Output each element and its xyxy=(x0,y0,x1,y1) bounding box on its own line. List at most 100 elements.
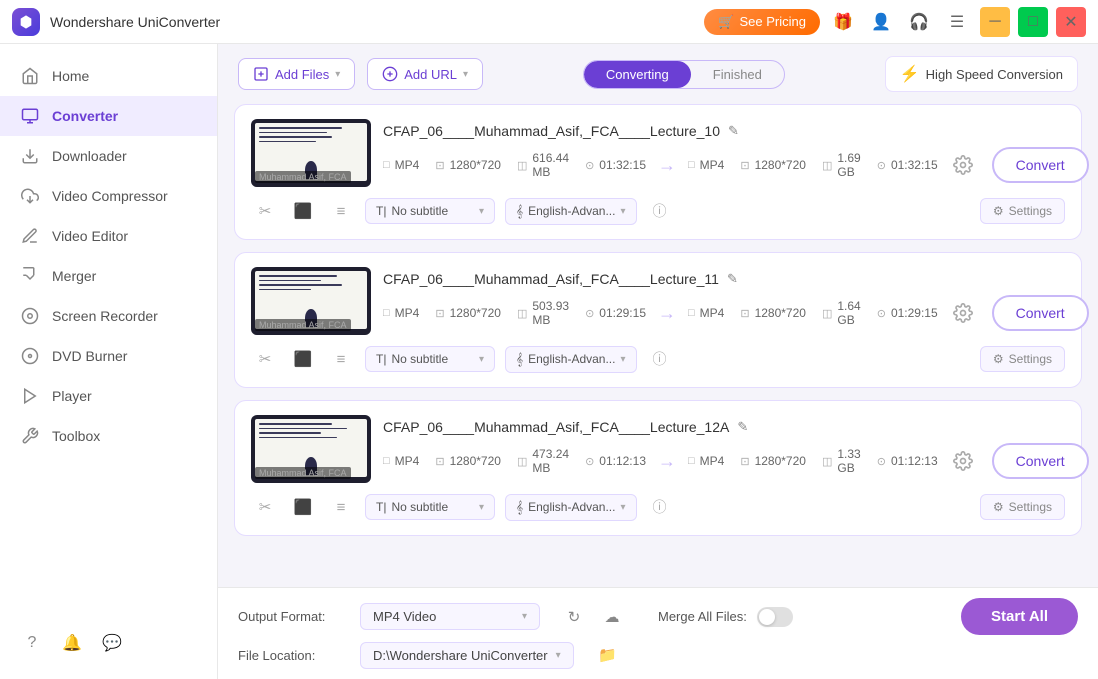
tab-finished[interactable]: Finished xyxy=(691,61,784,88)
subtitle-value-1: No subtitle xyxy=(391,204,448,218)
arrow-3: → xyxy=(646,451,688,472)
subtitle-dropdown-2[interactable]: T| No subtitle ▾ xyxy=(365,346,495,372)
edit-name-icon-1[interactable]: ✎ xyxy=(728,123,739,139)
subtitle-icon-3: T| xyxy=(376,500,386,514)
subtitle-dropdown-1[interactable]: T| No subtitle ▾ xyxy=(365,198,495,224)
audio-dropdown-3[interactable]: 𝄞 English-Advan... ▾ xyxy=(505,494,637,521)
high-speed-button[interactable]: ⚡ High Speed Conversion xyxy=(885,56,1078,92)
toolbar: Add Files ▾ Add URL ▾ Converting Finishe… xyxy=(218,44,1098,104)
convert-button-2[interactable]: Convert xyxy=(992,295,1089,331)
merge-all-toggle[interactable] xyxy=(757,607,793,627)
output-format-label: Output Format: xyxy=(238,609,348,624)
sidebar-item-converter[interactable]: Converter xyxy=(0,96,217,136)
file-name-2: CFAP_06____Muhammad_Asif,_FCA____Lecture… xyxy=(383,271,1089,287)
add-url-label: Add URL xyxy=(404,67,457,82)
add-url-chevron: ▾ xyxy=(463,69,468,80)
output-format-value: MP4 Video xyxy=(373,609,436,624)
dest-duration-3: ⊙01:12:13 xyxy=(877,454,938,468)
format-settings-icon-3[interactable] xyxy=(946,444,980,478)
menu-icon[interactable]: ☰ xyxy=(942,7,972,37)
effects-icon-3[interactable]: ≡ xyxy=(327,493,355,521)
sidebar-item-dvd-burner[interactable]: DVD Burner xyxy=(0,336,217,376)
subtitle-chevron-2: ▾ xyxy=(479,354,484,365)
start-all-button[interactable]: Start All xyxy=(961,598,1078,635)
bottom-bar: Output Format: MP4 Video ▾ ↻ ☁ Merge All… xyxy=(218,587,1098,679)
edit-name-icon-3[interactable]: ✎ xyxy=(737,419,748,435)
cloud-icon[interactable]: ☁ xyxy=(598,603,626,631)
edit-name-icon-2[interactable]: ✎ xyxy=(727,271,738,287)
sidebar-label-video-editor: Video Editor xyxy=(52,228,128,244)
settings-button-1[interactable]: ⚙ Settings xyxy=(980,198,1065,224)
cut-icon-2[interactable]: ✂ xyxy=(251,345,279,373)
file-info-3: CFAP_06____Muhammad_Asif,_FCA____Lecture… xyxy=(383,419,1089,479)
close-button[interactable]: ✕ xyxy=(1056,7,1086,37)
feedback-icon[interactable]: 💬 xyxy=(100,631,124,655)
user-icon[interactable]: 👤 xyxy=(866,7,896,37)
audio-value-1: English-Advan... xyxy=(528,204,615,218)
info-icon-3[interactable]: ⓘ xyxy=(647,494,673,520)
file-card-1: Muhammad Asif, FCA CFAP_06____Muhammad_A… xyxy=(234,104,1082,240)
open-folder-icon[interactable]: 📁 xyxy=(594,641,622,669)
file-thumbnail-2: Muhammad Asif, FCA xyxy=(251,267,371,335)
dest-size-2: ◫1.64 GB xyxy=(822,299,861,327)
info-icon-1[interactable]: ⓘ xyxy=(647,198,673,224)
crop-icon-2[interactable]: ⬛ xyxy=(289,345,317,373)
see-pricing-button[interactable]: 🛒 See Pricing xyxy=(704,9,820,35)
sidebar-label-converter: Converter xyxy=(52,108,118,124)
sidebar-item-home[interactable]: Home xyxy=(0,56,217,96)
effects-icon-1[interactable]: ≡ xyxy=(327,197,355,225)
sidebar-item-toolbox[interactable]: Toolbox xyxy=(0,416,217,456)
lightning-icon: ⚡ xyxy=(900,64,920,84)
add-url-button[interactable]: Add URL ▾ xyxy=(367,58,483,90)
convert-button-1[interactable]: Convert xyxy=(992,147,1089,183)
effects-icon-2[interactable]: ≡ xyxy=(327,345,355,373)
cut-icon-3[interactable]: ✂ xyxy=(251,493,279,521)
titlebar-left: Wondershare UniConverter xyxy=(12,8,220,36)
sidebar-item-screen-recorder[interactable]: Screen Recorder xyxy=(0,296,217,336)
file-thumbnail-3: Muhammad Asif, FCA xyxy=(251,415,371,483)
bottom-icons: ↻ ☁ xyxy=(560,603,626,631)
sidebar-item-video-editor[interactable]: Video Editor xyxy=(0,216,217,256)
gift-icon[interactable]: 🎁 xyxy=(828,7,858,37)
file-location-row: File Location: D:\Wondershare UniConvert… xyxy=(238,641,1078,669)
merge-all-label: Merge All Files: xyxy=(658,609,747,624)
file-location-select[interactable]: D:\Wondershare UniConverter ▾ xyxy=(360,642,574,669)
add-files-button[interactable]: Add Files ▾ xyxy=(238,58,355,90)
settings-button-3[interactable]: ⚙ Settings xyxy=(980,494,1065,520)
arrow-2: → xyxy=(646,303,688,324)
convert-button-3[interactable]: Convert xyxy=(992,443,1089,479)
notification-icon[interactable]: 🔔 xyxy=(60,631,84,655)
refresh-icon[interactable]: ↻ xyxy=(560,603,588,631)
audio-dropdown-2[interactable]: 𝄞 English-Advan... ▾ xyxy=(505,346,637,373)
format-settings-icon-2[interactable] xyxy=(946,296,980,330)
dest-size-1: ◫1.69 GB xyxy=(822,151,861,179)
cut-icon-1[interactable]: ✂ xyxy=(251,197,279,225)
sidebar-item-downloader[interactable]: Downloader xyxy=(0,136,217,176)
output-format-select[interactable]: MP4 Video ▾ xyxy=(360,603,540,630)
sidebar-item-video-compressor[interactable]: Video Compressor xyxy=(0,176,217,216)
crop-icon-3[interactable]: ⬛ xyxy=(289,493,317,521)
dest-resolution-3: ⊡1280*720 xyxy=(740,454,806,468)
dest-format-3: □MP4 xyxy=(688,454,724,468)
minimize-button[interactable]: ─ xyxy=(980,7,1010,37)
tab-converting[interactable]: Converting xyxy=(584,61,691,88)
format-settings-icon-1[interactable] xyxy=(946,148,980,182)
file-location-label: File Location: xyxy=(238,648,348,663)
sidebar-item-merger[interactable]: Merger xyxy=(0,256,217,296)
maximize-button[interactable]: □ xyxy=(1018,7,1048,37)
audio-icon-3: 𝄞 xyxy=(516,500,523,515)
audio-dropdown-1[interactable]: 𝄞 English-Advan... ▾ xyxy=(505,198,637,225)
headphone-icon[interactable]: 🎧 xyxy=(904,7,934,37)
info-icon-2[interactable]: ⓘ xyxy=(647,346,673,372)
settings-button-2[interactable]: ⚙ Settings xyxy=(980,346,1065,372)
subtitle-dropdown-3[interactable]: T| No subtitle ▾ xyxy=(365,494,495,520)
src-size-1: ◫616.44 MB xyxy=(517,151,569,179)
help-icon[interactable]: ? xyxy=(20,631,44,655)
tab-switcher: Converting Finished xyxy=(583,60,785,89)
crop-icon-1[interactable]: ⬛ xyxy=(289,197,317,225)
dest-resolution-2: ⊡1280*720 xyxy=(740,306,806,320)
player-icon xyxy=(20,386,40,406)
editor-icon xyxy=(20,226,40,246)
file-meta-2: □MP4 ⊡1280*720 ◫503.93 MB ⊙01:29:15 xyxy=(383,295,1089,331)
sidebar-item-player[interactable]: Player xyxy=(0,376,217,416)
